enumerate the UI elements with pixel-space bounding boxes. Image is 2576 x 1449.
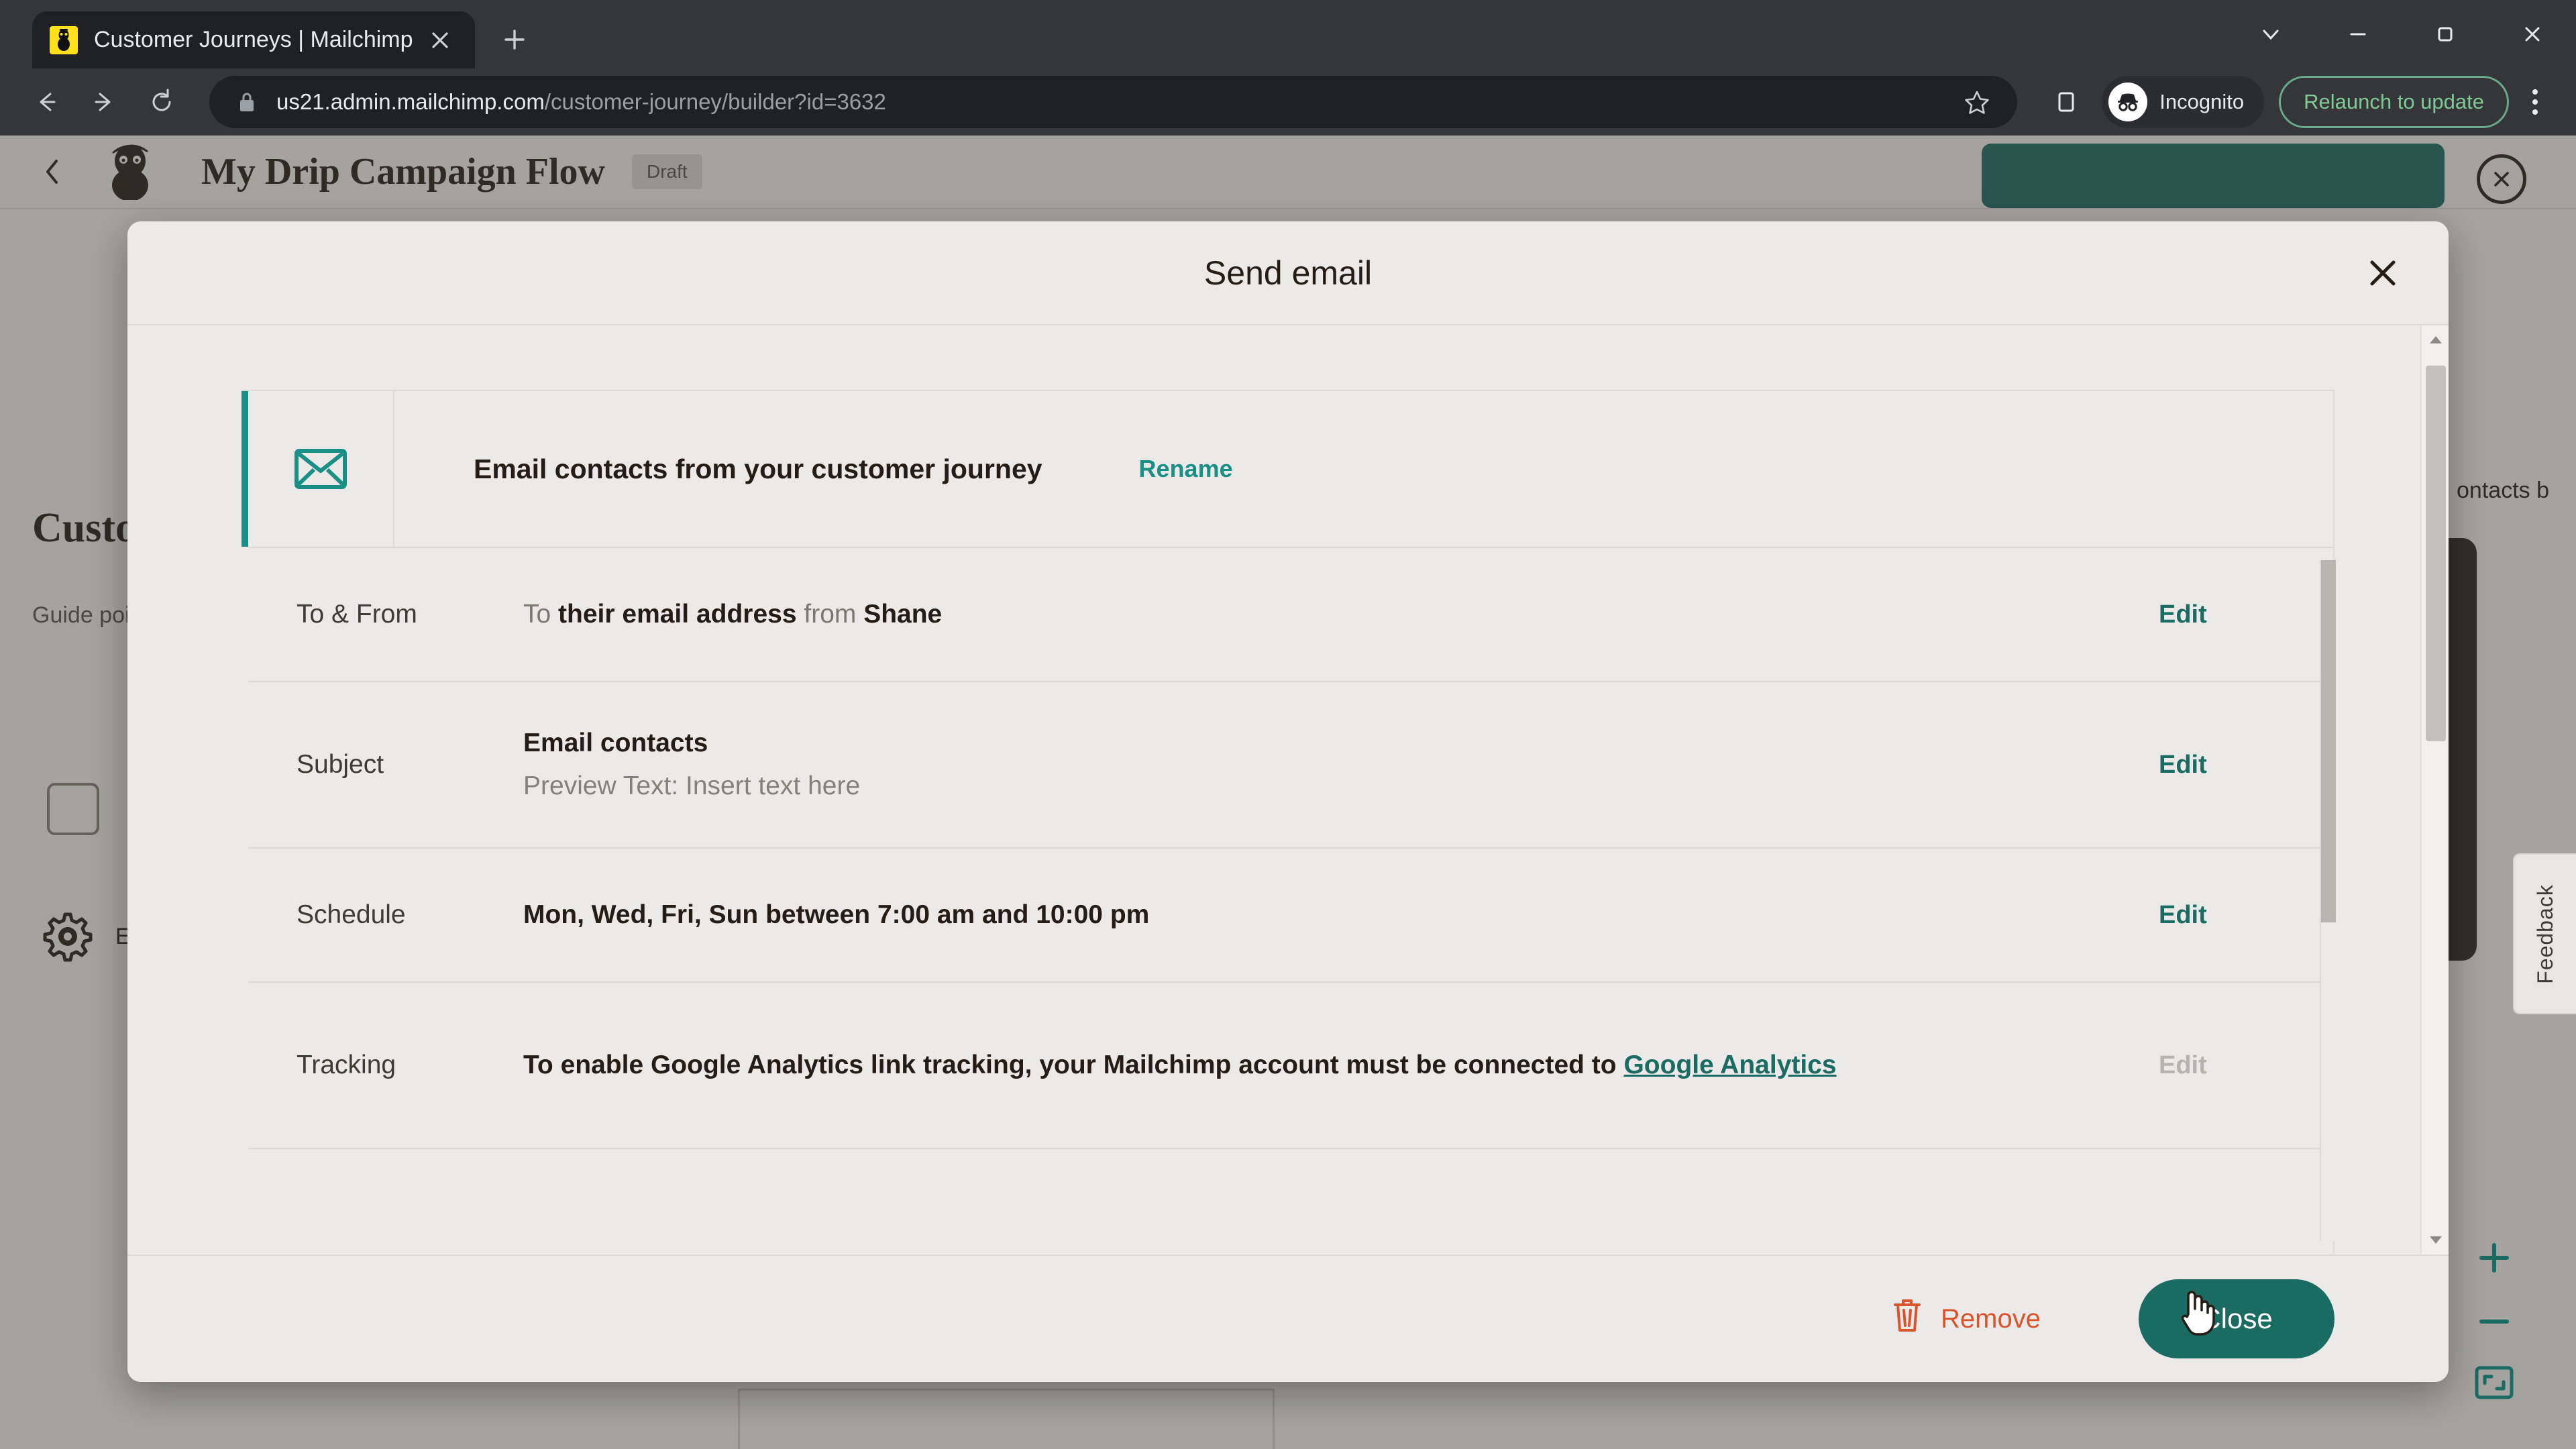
profile-chip-incognito[interactable]: Incognito: [2102, 76, 2265, 128]
relaunch-to-update-button[interactable]: Relaunch to update: [2279, 76, 2509, 128]
remove-label: Remove: [1941, 1303, 2041, 1334]
browser-tabstrip: Customer Journeys | Mailchimp: [0, 0, 2576, 68]
forward-arrow-icon[interactable]: [75, 73, 133, 131]
modal-footer: Remove Close: [127, 1254, 2449, 1382]
from-sender: Shane: [863, 600, 943, 629]
lock-icon: [236, 90, 258, 114]
address-bar-url: us21.admin.mailchimp.com/customer-journe…: [276, 89, 886, 115]
edit-to-from-link[interactable]: Edit: [2159, 600, 2333, 629]
rows-scrollbar[interactable]: [2320, 560, 2336, 1241]
schedule-text: Mon, Wed, Fri, Sun between 7:00 am and 1…: [523, 900, 1150, 929]
new-tab-button[interactable]: [491, 16, 538, 63]
table-row[interactable]: To & From To their email address from Sh…: [248, 547, 2333, 681]
zoom-out-icon[interactable]: [2473, 1315, 2515, 1328]
zoom-in-icon[interactable]: [2473, 1237, 2515, 1279]
browser-window: Customer Journeys | Mailchimp us21.admin…: [0, 0, 2576, 1449]
bookmark-star-icon[interactable]: [1964, 89, 1990, 115]
reload-icon[interactable]: [133, 73, 191, 131]
envelope-icon: [248, 448, 393, 490]
edit-schedule-link[interactable]: Edit: [2159, 901, 2333, 930]
table-row-empty: [248, 1148, 2333, 1254]
incognito-icon: [2108, 83, 2148, 121]
close-button[interactable]: Close: [2139, 1279, 2334, 1358]
back-arrow-icon[interactable]: [17, 73, 75, 131]
table-row[interactable]: Subject Email contacts Preview Text: Ins…: [248, 681, 2333, 847]
kebab-menu-icon[interactable]: [2512, 76, 2559, 128]
edit-tracking-link: Edit: [2159, 1051, 2207, 1079]
row-label: Tracking: [297, 1051, 396, 1079]
row-value: Mon, Wed, Fri, Sun between 7:00 am and 1…: [523, 900, 2159, 930]
edit-subject-link[interactable]: Edit: [2159, 751, 2333, 780]
tracking-text: To enable Google Analytics link tracking…: [523, 1051, 1837, 1079]
canvas-zoom-controls: [2455, 1217, 2533, 1421]
caret-up-icon[interactable]: [2422, 325, 2449, 354]
row-label: Schedule: [297, 900, 406, 929]
chevron-down-icon[interactable]: [2227, 0, 2314, 68]
subject-text: Email contacts: [523, 729, 708, 757]
table-row[interactable]: Schedule Mon, Wed, Fri, Sun between 7:00…: [248, 847, 2333, 981]
feedback-tab-label: Feedback: [2532, 883, 2557, 984]
remove-button[interactable]: Remove: [1891, 1297, 2041, 1341]
google-analytics-link[interactable]: Google Analytics: [1623, 1051, 1836, 1079]
divider: [393, 391, 394, 547]
email-settings-rows: To & From To their email address from Sh…: [241, 547, 2333, 1254]
row-label: Subject: [297, 750, 384, 779]
modal-header: Send email: [127, 221, 2449, 325]
preview-text: Preview Text: Insert text here: [523, 771, 861, 800]
tab-close-icon[interactable]: [423, 23, 458, 58]
send-email-modal: Send email Email contacts from your cust…: [127, 221, 2449, 1382]
browser-toolbar: us21.admin.mailchimp.com/customer-journe…: [0, 68, 2576, 136]
modal-scrollbar-thumb[interactable]: [2426, 366, 2446, 741]
minimize-icon[interactable]: [2314, 0, 2402, 68]
row-value: To enable Google Analytics link tracking…: [523, 1046, 2159, 1085]
from-mid: from: [796, 600, 864, 629]
row-value: Email contacts Preview Text: Insert text…: [523, 729, 2159, 801]
fit-to-screen-icon[interactable]: [2473, 1364, 2515, 1401]
page-viewport: My Drip Campaign Flow Draft Custom Guide…: [0, 136, 2576, 1449]
maximize-icon[interactable]: [2402, 0, 2489, 68]
modal-close-icon[interactable]: [2356, 246, 2410, 300]
table-row[interactable]: Tracking To enable Google Analytics link…: [248, 981, 2333, 1148]
row-label: To & From: [297, 600, 417, 629]
window-controls: [2227, 0, 2576, 68]
feedback-tab[interactable]: Feedback: [2513, 853, 2576, 1014]
tracking-sentence: To enable Google Analytics link tracking…: [523, 1050, 1624, 1079]
browser-tab-title: Customer Journeys | Mailchimp: [94, 27, 413, 52]
modal-content: Email contacts from your customer journe…: [127, 325, 2449, 1254]
trash-icon: [1891, 1297, 1923, 1341]
address-bar[interactable]: us21.admin.mailchimp.com/customer-journe…: [209, 76, 2018, 128]
email-card-header: Email contacts from your customer journe…: [241, 391, 2333, 547]
to-prefix: To: [523, 600, 559, 629]
window-close-icon[interactable]: [2489, 0, 2576, 68]
rename-link[interactable]: Rename: [1139, 455, 1233, 483]
email-settings-card: Email contacts from your customer journe…: [241, 390, 2334, 1254]
url-path: /customer-journey/builder?id=3632: [544, 89, 886, 114]
url-host: us21.admin.mailchimp.com: [276, 89, 545, 114]
email-card-title: Email contacts from your customer journe…: [474, 453, 1042, 484]
mailchimp-favicon-icon: [50, 25, 78, 54]
browser-tab[interactable]: Customer Journeys | Mailchimp: [32, 11, 475, 68]
pointer-hand-cursor-icon: [2176, 1285, 2215, 1342]
modal-scroll-region: Email contacts from your customer journe…: [127, 325, 2449, 1254]
modal-scrollbar[interactable]: [2420, 325, 2449, 1254]
modal-title: Send email: [1203, 254, 1373, 292]
to-recipient: their email address: [558, 600, 797, 629]
rows-scrollbar-thumb[interactable]: [2321, 560, 2336, 922]
row-value: To their email address from Shane: [523, 600, 2159, 629]
side-panel-icon[interactable]: [2040, 76, 2092, 128]
profile-label: Incognito: [2159, 90, 2245, 113]
caret-down-icon[interactable]: [2422, 1226, 2449, 1254]
